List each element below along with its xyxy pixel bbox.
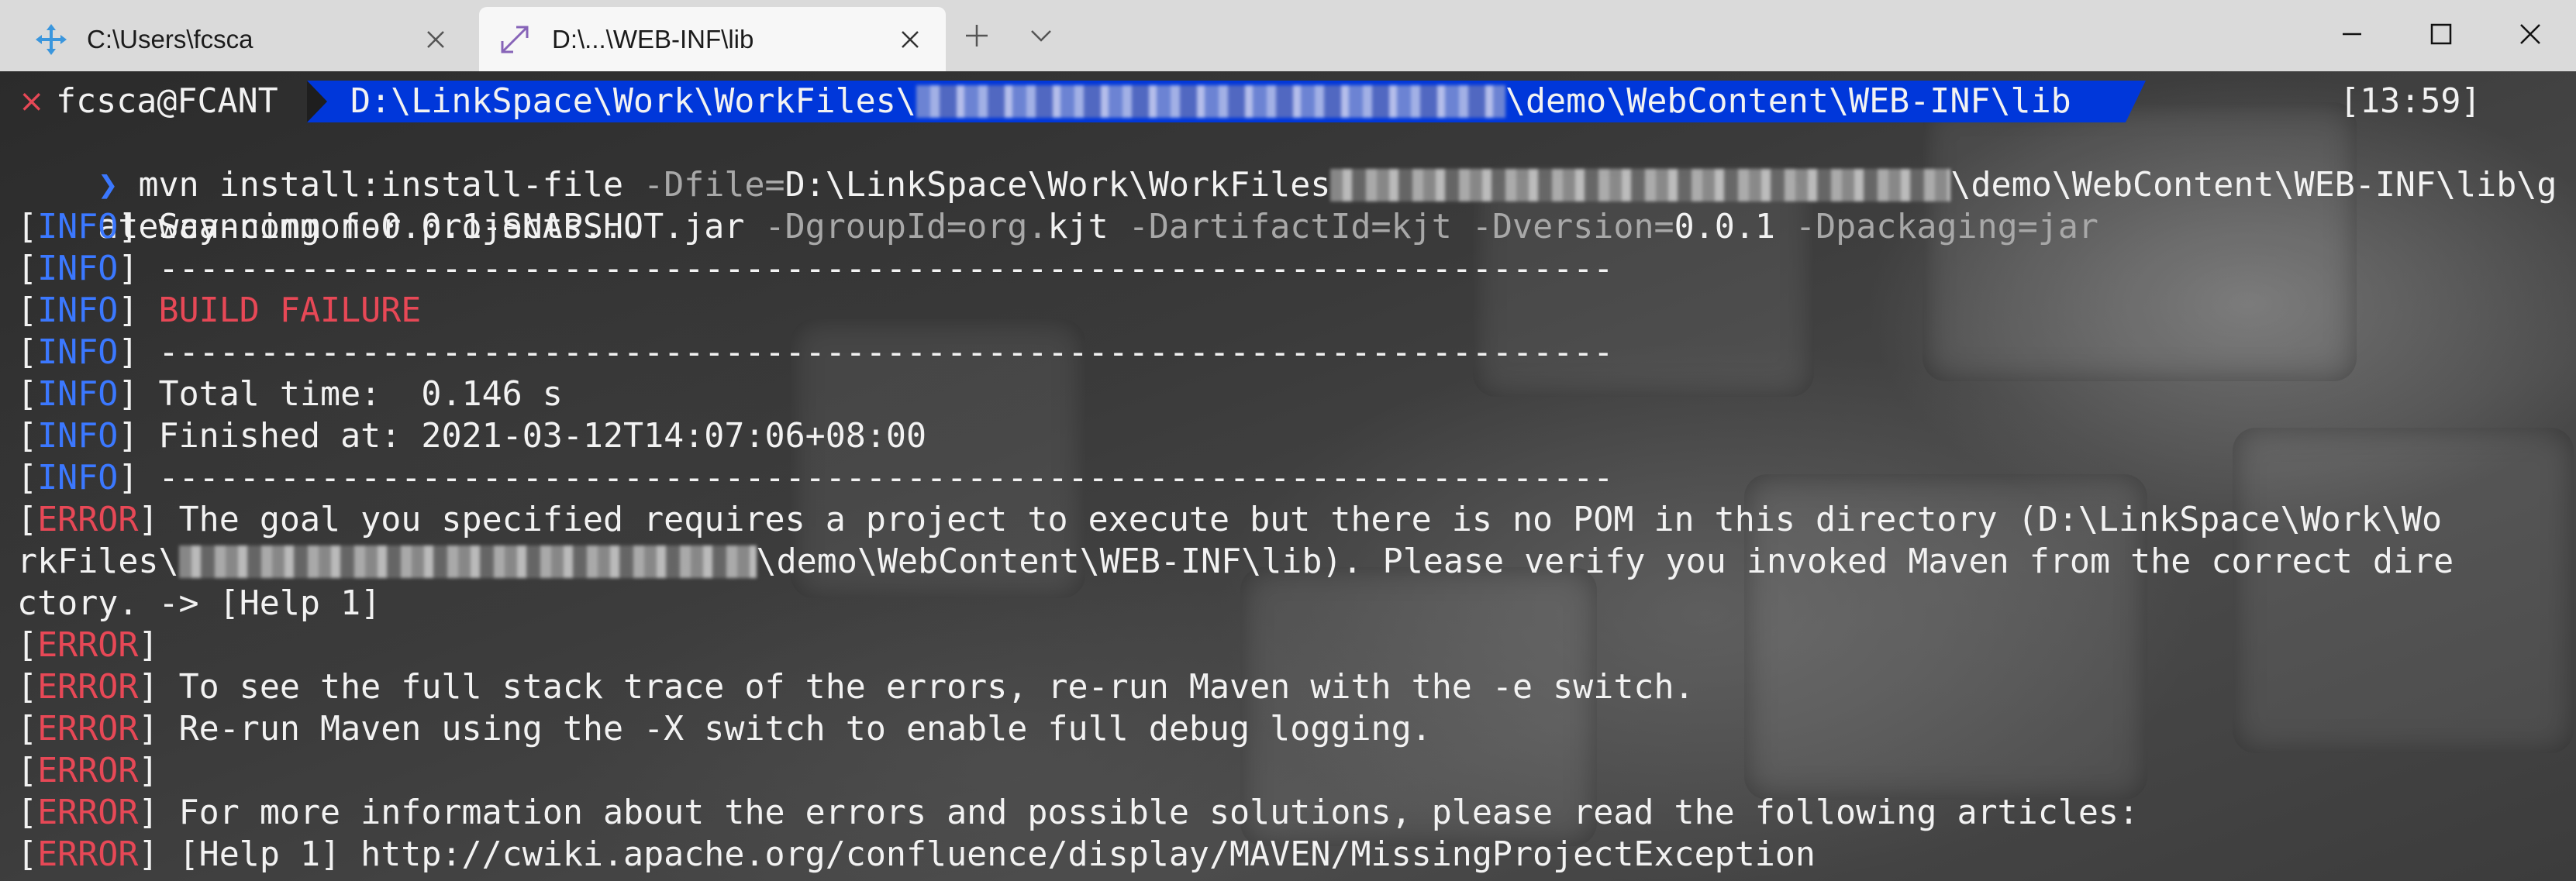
command-value: org. [967,208,1048,246]
output-line: [INFO] BUILD FAILURE [17,291,422,330]
log-text: To see the full stack trace of the error… [158,668,1695,707]
log-text: [Help 1] http://cwiki.apache.org/conflue… [158,835,1816,874]
minimize-icon[interactable] [2335,17,2369,51]
path-prefix: D:\LinkSpace\Work\WorkFiles\ [350,82,916,121]
log-text: For more information about the errors an… [158,793,2140,832]
output-line: [ERROR] Re-run Maven using the -X switch… [17,710,1432,749]
command-value: kjt [1047,208,1109,246]
log-level: ERROR [37,626,139,665]
path-suffix: \demo\WebContent\WEB-INF\lib [1505,82,2071,121]
log-text: BUILD FAILURE [138,291,422,330]
status-error-icon: × [19,84,45,119]
output-line: [ERROR] For more information about the e… [17,793,2140,832]
command-line: ❯ mvn install:install-file -Dfile=D:\Lin… [17,122,2557,205]
log-text: ctory. -> [Help 1] [17,584,381,623]
log-level: ERROR [37,501,139,539]
title-bar: C:\Users\fcsca D:\...\WEB-INF\lib [0,0,2576,71]
maximize-icon[interactable] [2424,17,2458,51]
log-level: ERROR [37,752,139,790]
log-level: ERROR [37,835,139,874]
output-line: [ERROR] [17,752,159,790]
tab-cmd[interactable]: C:\Users\fcsca [0,7,471,71]
log-level: INFO [37,459,119,497]
log-text: The goal you specified requires a projec… [158,501,2443,539]
log-level: INFO [37,250,119,288]
output-line: [INFO] ---------------------------------… [17,250,1614,288]
log-level: ERROR [37,710,139,749]
log-level: INFO [37,291,119,330]
log-text: Scanning for projects... [138,208,644,246]
log-level: INFO [37,333,119,372]
output-line: rkFiles\ \demo\WebContent\WEB-INF\lib). P… [17,541,2454,583]
log-level: INFO [37,417,119,456]
command-value: 0.0.1 [1674,208,1775,246]
output-line: [ERROR] The goal you specified requires … [17,501,2443,539]
output-line: [INFO] Scanning for projects... [17,208,644,246]
output-line: [INFO] Total time: 0.146 s [17,375,563,414]
path-segment-arrow [307,81,327,122]
output-line: [ERROR] [Help 1] http://cwiki.apache.org… [17,835,1816,874]
output-line: [INFO] ---------------------------------… [17,459,1614,497]
command-flag: -DartifactId=kjt [1128,208,1452,246]
current-path: D:\LinkSpace\Work\WorkFiles\ \demo\WebCon… [350,81,2071,122]
log-level: INFO [37,375,119,414]
command-flag: -DgroupId= [764,208,967,246]
background-key [2233,428,2574,753]
output-line: [INFO] ---------------------------------… [17,333,1614,372]
command-flag: -Dpackaging=jar [1795,208,2099,246]
log-level: INFO [37,208,119,246]
log-text: ----------------------------------------… [138,250,1614,288]
command-flag: -Dversion= [1471,208,1674,246]
log-text: Finished at: 2021-03-12T14:07:06+08:00 [138,417,927,456]
terminal-pane[interactable]: × fcsca@FCANT D:\LinkSpace\Work\WorkFile… [0,71,2576,881]
azure-cloud-shell-icon [36,24,67,55]
prompt-line: × fcsca@FCANT D:\LinkSpace\Work\WorkFile… [0,81,2576,122]
tab-title: D:\...\WEB-INF\lib [552,25,754,53]
log-text: rkFiles\ [17,542,179,581]
new-tab-icon[interactable] [961,20,992,51]
chevron-down-icon[interactable] [1026,20,1057,51]
close-icon[interactable] [895,24,926,55]
tab-title: C:\Users\fcsca [87,25,253,53]
log-text: Re-run Maven using the -X switch to enab… [158,710,1432,749]
output-line: [INFO] Finished at: 2021-03-12T14:07:06+… [17,417,927,456]
redacted-path [178,545,757,578]
log-text: \demo\WebContent\WEB-INF\lib). Please ve… [756,542,2454,581]
log-text: ----------------------------------------… [138,459,1614,497]
log-text: Total time: 0.146 s [138,375,563,414]
log-level: ERROR [37,793,139,832]
command-line-wrap: ateway-common-0.0.1-SNAPSHOT.jar -Dgroup… [17,164,2098,246]
output-line: ctory. -> [Help 1] [17,583,381,625]
output-line: [ERROR] To see the full stack trace of t… [17,668,1695,707]
log-level: ERROR [37,668,139,707]
window-close-icon[interactable] [2513,17,2547,51]
redacted-path [916,84,1505,118]
tab-web-inf-lib[interactable]: D:\...\WEB-INF\lib [479,7,946,71]
prompt-time: [13:59] [2340,82,2481,121]
user-host: fcsca@FCANT [56,82,278,121]
log-text: ----------------------------------------… [138,333,1614,372]
output-line: [ERROR] [17,626,159,665]
terminal-expand-icon [501,26,529,53]
close-icon[interactable] [420,24,451,55]
